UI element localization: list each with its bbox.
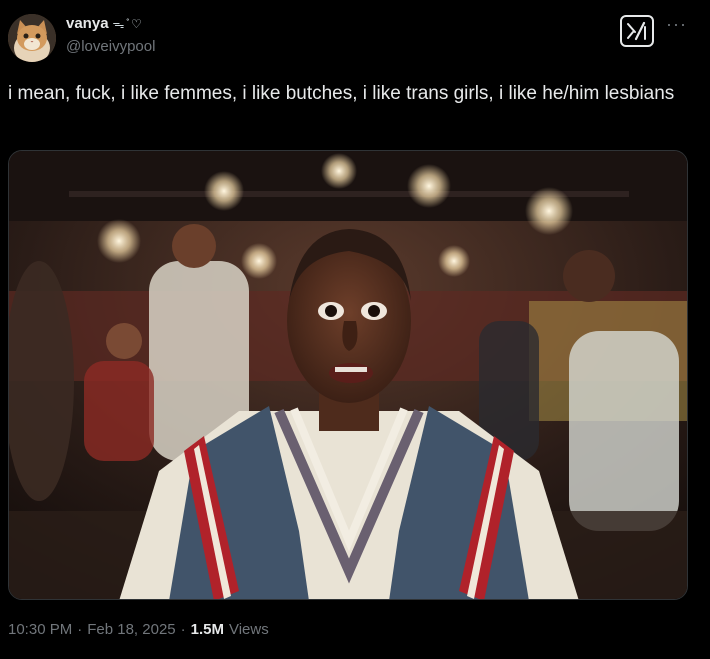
avatar[interactable]	[8, 14, 56, 62]
tweet-media[interactable]	[8, 150, 688, 600]
views-label: Views	[228, 621, 269, 638]
grok-icon	[627, 21, 646, 41]
user-handle[interactable]: @loveivypool	[66, 38, 155, 55]
grok-button[interactable]	[620, 15, 654, 47]
tweet: vanya ᯓ ̊ ♡ @loveivypool ··· i mean, fuc…	[0, 0, 710, 659]
tweet-time[interactable]: 10:30 PM	[8, 621, 72, 638]
name-row: vanya ᯓ ̊ ♡	[66, 15, 142, 32]
display-name[interactable]: vanya	[66, 15, 109, 32]
meta-separator: ·	[180, 621, 186, 638]
meta-separator: ·	[77, 621, 83, 638]
more-icon[interactable]: ···	[666, 14, 687, 35]
cat-avatar-image	[8, 14, 56, 62]
tweet-text: i mean, fuck, i like femmes, i like butc…	[8, 83, 675, 104]
name-emoji: ᯓ ̊ ♡	[112, 17, 142, 31]
views-count: 1.5M	[190, 621, 224, 638]
tweet-date[interactable]: Feb 18, 2025	[87, 621, 175, 638]
tweet-meta: 10:30 PM · Feb 18, 2025 · 1.5M Views	[8, 621, 269, 638]
video-still-image	[9, 151, 687, 599]
